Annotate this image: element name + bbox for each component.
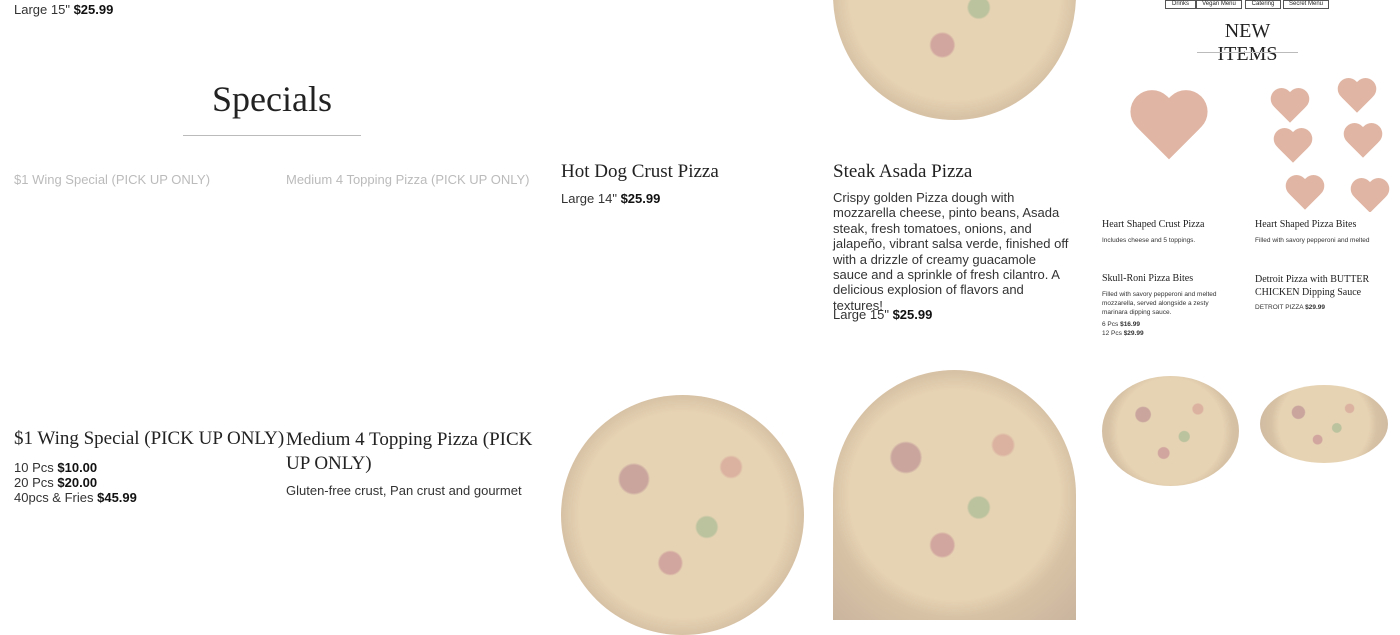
new-item-title[interactable]: Heart Shaped Crust Pizza bbox=[1102, 219, 1204, 230]
pizza-image[interactable] bbox=[1260, 385, 1388, 463]
new-items-divider bbox=[1197, 52, 1298, 53]
heart-bites-image[interactable] bbox=[1255, 72, 1390, 212]
new-item-price: DETROIT PIZZA $29.99 bbox=[1255, 304, 1325, 311]
new-item-prices: 6 Pcs $16.99 12 Pcs $29.99 bbox=[1102, 320, 1144, 338]
new-item-title[interactable]: Skull-Roni Pizza Bites bbox=[1102, 273, 1193, 284]
new-item-description: Includes cheese and 5 toppings. bbox=[1102, 237, 1196, 244]
price-row: 6 Pcs $16.99 bbox=[1102, 321, 1140, 328]
new-item-title[interactable]: Detroit Pizza with BUTTER CHICKEN Dippin… bbox=[1255, 273, 1375, 299]
new-items-heading: NEW ITEMS bbox=[1217, 20, 1278, 65]
pizza-image[interactable] bbox=[1102, 376, 1239, 486]
wing-special-image[interactable]: $1 Wing Special (PICK UP ONLY) bbox=[14, 172, 210, 187]
hot-dog-title[interactable]: Hot Dog Crust Pizza bbox=[561, 161, 719, 183]
price-row: 12 Pcs $29.99 bbox=[1102, 330, 1144, 337]
new-item-title[interactable]: Heart Shaped Pizza Bites bbox=[1255, 219, 1356, 230]
specials-heading: Specials bbox=[212, 79, 332, 119]
medium-special-title[interactable]: Medium 4 Topping Pizza (PICK UP ONLY) bbox=[286, 428, 541, 476]
wing-special-title[interactable]: $1 Wing Special (PICK UP ONLY) bbox=[14, 428, 284, 450]
steak-asada-price: Large 15" $25.99 bbox=[833, 307, 933, 322]
pizza-image[interactable] bbox=[561, 395, 804, 635]
size-label: Large 15" bbox=[14, 2, 70, 17]
menu-button-catering[interactable]: Catering bbox=[1245, 0, 1281, 9]
menu-button-secret[interactable]: Secret Menu bbox=[1283, 0, 1329, 9]
medium-special-image[interactable]: Medium 4 Topping Pizza (PICK UP ONLY) bbox=[286, 172, 530, 187]
steak-asada-title[interactable]: Steak Asada Pizza bbox=[833, 161, 972, 183]
menu-button-drinks[interactable]: Drinks bbox=[1165, 0, 1196, 9]
new-item-description: Filled with savory pepperoni and melted … bbox=[1102, 291, 1217, 316]
specials-divider bbox=[183, 135, 361, 136]
price-row: 20 Pcs $20.00 bbox=[14, 475, 98, 490]
hot-dog-price: Large 14" $25.99 bbox=[561, 191, 661, 206]
price-row: 10 Pcs $10.00 bbox=[14, 460, 98, 475]
price-value: $25.99 bbox=[73, 2, 114, 17]
wing-special-prices: 10 Pcs $10.00 20 Pcs $20.00 40pcs & Frie… bbox=[14, 460, 137, 505]
steak-asada-description: Crispy golden Pizza dough with mozzarell… bbox=[833, 190, 1069, 313]
price-row: 40pcs & Fries $45.99 bbox=[14, 490, 137, 505]
top-left-price: Large 15" $25.99 bbox=[14, 2, 113, 17]
steak-asada-image[interactable] bbox=[833, 0, 1076, 120]
new-item-description: Filled with savory pepperoni and melted bbox=[1255, 237, 1370, 244]
pizza-image[interactable] bbox=[833, 370, 1076, 620]
heart-pizza-image[interactable] bbox=[1133, 92, 1205, 164]
menu-button-vegan[interactable]: Vegan Menu bbox=[1196, 0, 1242, 9]
medium-special-description: Gluten-free crust, Pan crust and gourmet bbox=[286, 483, 522, 498]
